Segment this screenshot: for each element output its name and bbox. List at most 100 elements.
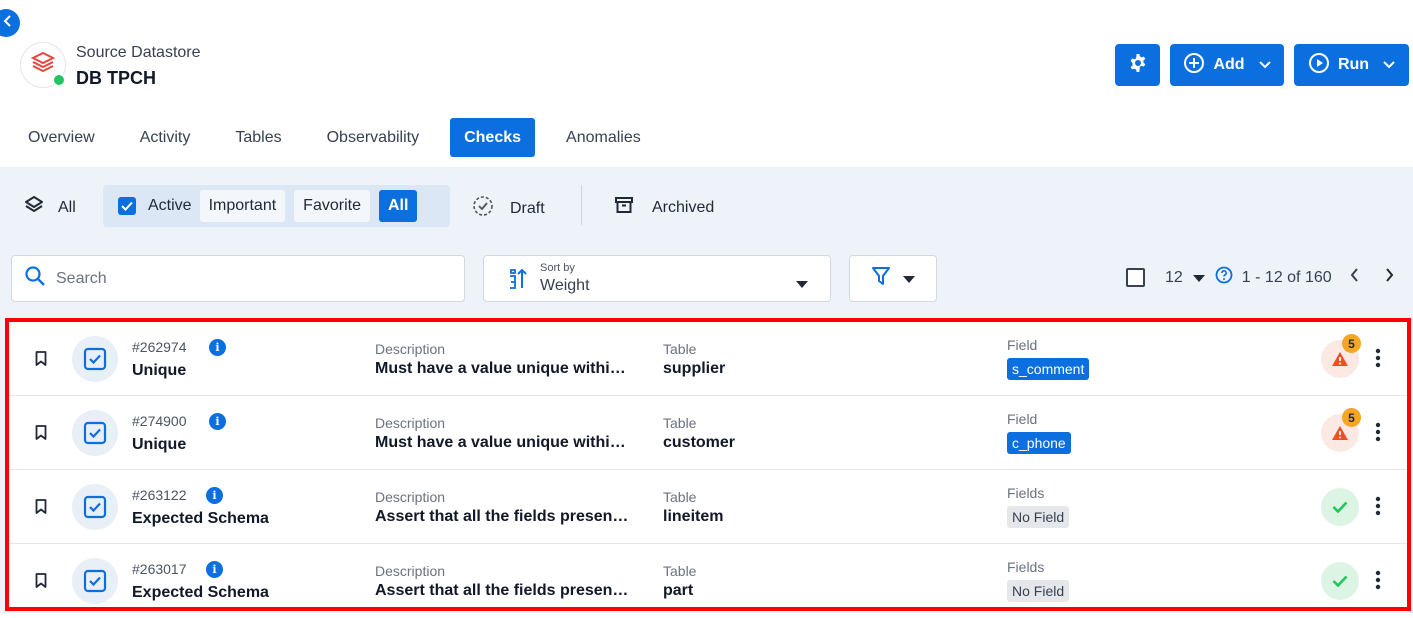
description-label: Description <box>375 341 446 357</box>
active-option[interactable]: Active <box>108 197 200 215</box>
run-button[interactable]: Run <box>1294 44 1409 86</box>
active-label: Active <box>148 197 192 214</box>
field-chip: c_phone <box>1007 432 1071 454</box>
sort-caption: Sort by <box>540 262 575 274</box>
chevron-down-icon <box>1258 56 1271 74</box>
active-checkbox[interactable] <box>118 197 136 215</box>
status-archived-option[interactable]: Archived <box>614 195 714 220</box>
description-label: Description <box>375 563 446 579</box>
info-icon[interactable]: i <box>206 561 223 578</box>
pagination-range: 1 - 12 of 160 <box>1241 268 1332 286</box>
datastore-tabs: Overview Activity Tables Observability C… <box>14 118 672 157</box>
pagination: 12 1 - 12 of 160 <box>1126 266 1394 289</box>
sort-value: Weight <box>540 277 590 294</box>
sort-select[interactable]: Sort by Weight <box>483 255 831 302</box>
settings-button[interactable] <box>1115 44 1160 86</box>
no-field-chip: No Field <box>1007 506 1070 528</box>
favorite-filter-pill[interactable]: Favorite <box>294 190 370 222</box>
per-page-value[interactable]: 12 <box>1165 269 1183 287</box>
check-type-icon <box>72 410 118 456</box>
more-options-icon[interactable] <box>1375 348 1381 373</box>
chevron-left-icon <box>3 14 13 32</box>
add-button[interactable]: Add <box>1170 44 1284 86</box>
archive-box-icon <box>614 195 634 220</box>
prev-page-icon[interactable] <box>1350 268 1360 287</box>
tab-activity[interactable]: Activity <box>126 118 205 157</box>
check-id: #263122 <box>132 487 187 503</box>
more-options-icon[interactable] <box>1375 496 1381 521</box>
status-divider <box>581 185 582 225</box>
datastore-name: DB TPCH <box>76 68 156 88</box>
table-value: supplier <box>663 360 726 377</box>
bookmark-icon[interactable] <box>35 499 47 519</box>
caret-down-icon <box>903 270 915 288</box>
table-value: customer <box>663 434 736 451</box>
tab-checks[interactable]: Checks <box>450 118 536 157</box>
passed-status[interactable] <box>1321 488 1359 526</box>
check-row[interactable]: #274900 i Unique Description Must have a… <box>9 396 1407 470</box>
info-icon[interactable]: i <box>209 413 226 430</box>
fields-label: Fields <box>1007 559 1045 575</box>
info-icon[interactable]: i <box>206 487 223 504</box>
description-value: Must have a value unique within the tabl… <box>375 360 630 377</box>
active-status-group: Active Important Favorite All <box>103 185 450 227</box>
table-value: lineitem <box>663 508 724 525</box>
description-label: Description <box>375 489 446 505</box>
check-type-icon <box>72 484 118 530</box>
tab-observability[interactable]: Observability <box>313 118 433 157</box>
table-label: Table <box>663 489 697 505</box>
chevron-down-icon <box>1383 56 1395 74</box>
more-options-icon[interactable] <box>1375 422 1381 447</box>
status-draft-option[interactable]: Draft <box>472 195 545 222</box>
help-circle-icon[interactable] <box>1215 266 1233 289</box>
passed-status[interactable] <box>1321 562 1359 600</box>
no-field-chip: No Field <box>1007 580 1070 602</box>
run-button-label: Run <box>1337 56 1370 73</box>
table-label: Table <box>663 415 697 431</box>
tab-anomalies[interactable]: Anomalies <box>552 118 655 157</box>
check-row[interactable]: #262974 i Unique Description Must have a… <box>9 322 1407 396</box>
plus-circle-icon <box>1183 52 1205 79</box>
collapse-sidebar-button[interactable] <box>0 9 20 37</box>
fields-label: Fields <box>1007 485 1045 501</box>
tab-overview[interactable]: Overview <box>14 118 109 157</box>
field-label: Field <box>1007 411 1038 427</box>
status-all-label: All <box>58 198 76 216</box>
check-id: #262974 <box>132 339 187 355</box>
check-status-filter: All Active Important Favorite All Draft … <box>0 167 1413 243</box>
info-icon[interactable]: i <box>209 339 226 356</box>
check-row[interactable]: #263017 i Expected Schema Description As… <box>9 544 1407 618</box>
field-chip: s_comment <box>1007 358 1090 380</box>
search-box[interactable] <box>11 255 465 302</box>
important-filter-pill[interactable]: Important <box>199 190 286 222</box>
caret-down-icon[interactable] <box>1192 269 1205 287</box>
search-input[interactable] <box>56 269 436 288</box>
check-id: #274900 <box>132 413 187 429</box>
check-name: Expected Schema <box>132 510 269 527</box>
field-label: Field <box>1007 337 1038 353</box>
description-value: Must have a value unique within the tabl… <box>375 434 630 451</box>
filter-button[interactable] <box>849 255 937 302</box>
check-name: Unique <box>132 436 187 453</box>
play-circle-icon <box>1308 52 1330 79</box>
bookmark-icon[interactable] <box>35 573 47 593</box>
description-value: Assert that all the fields present in th… <box>375 508 630 525</box>
anomaly-count-badge: 5 <box>1342 408 1361 427</box>
status-all-option[interactable]: All <box>24 195 76 220</box>
bookmark-icon[interactable] <box>35 425 47 445</box>
check-type-icon <box>72 558 118 604</box>
sort-icon <box>506 268 528 295</box>
more-options-icon[interactable] <box>1375 570 1381 595</box>
next-page-icon[interactable] <box>1384 268 1394 287</box>
gear-icon <box>1128 53 1148 78</box>
funnel-icon <box>871 266 891 291</box>
table-label: Table <box>663 341 697 357</box>
check-type-icon <box>72 336 118 382</box>
bookmark-icon[interactable] <box>35 351 47 371</box>
check-row[interactable]: #263122 i Expected Schema Description As… <box>9 470 1407 544</box>
active-all-filter-pill[interactable]: All <box>378 190 418 222</box>
table-label: Table <box>663 563 697 579</box>
archived-label: Archived <box>652 198 715 216</box>
tab-tables[interactable]: Tables <box>221 118 295 157</box>
select-all-checkbox[interactable] <box>1126 268 1145 287</box>
